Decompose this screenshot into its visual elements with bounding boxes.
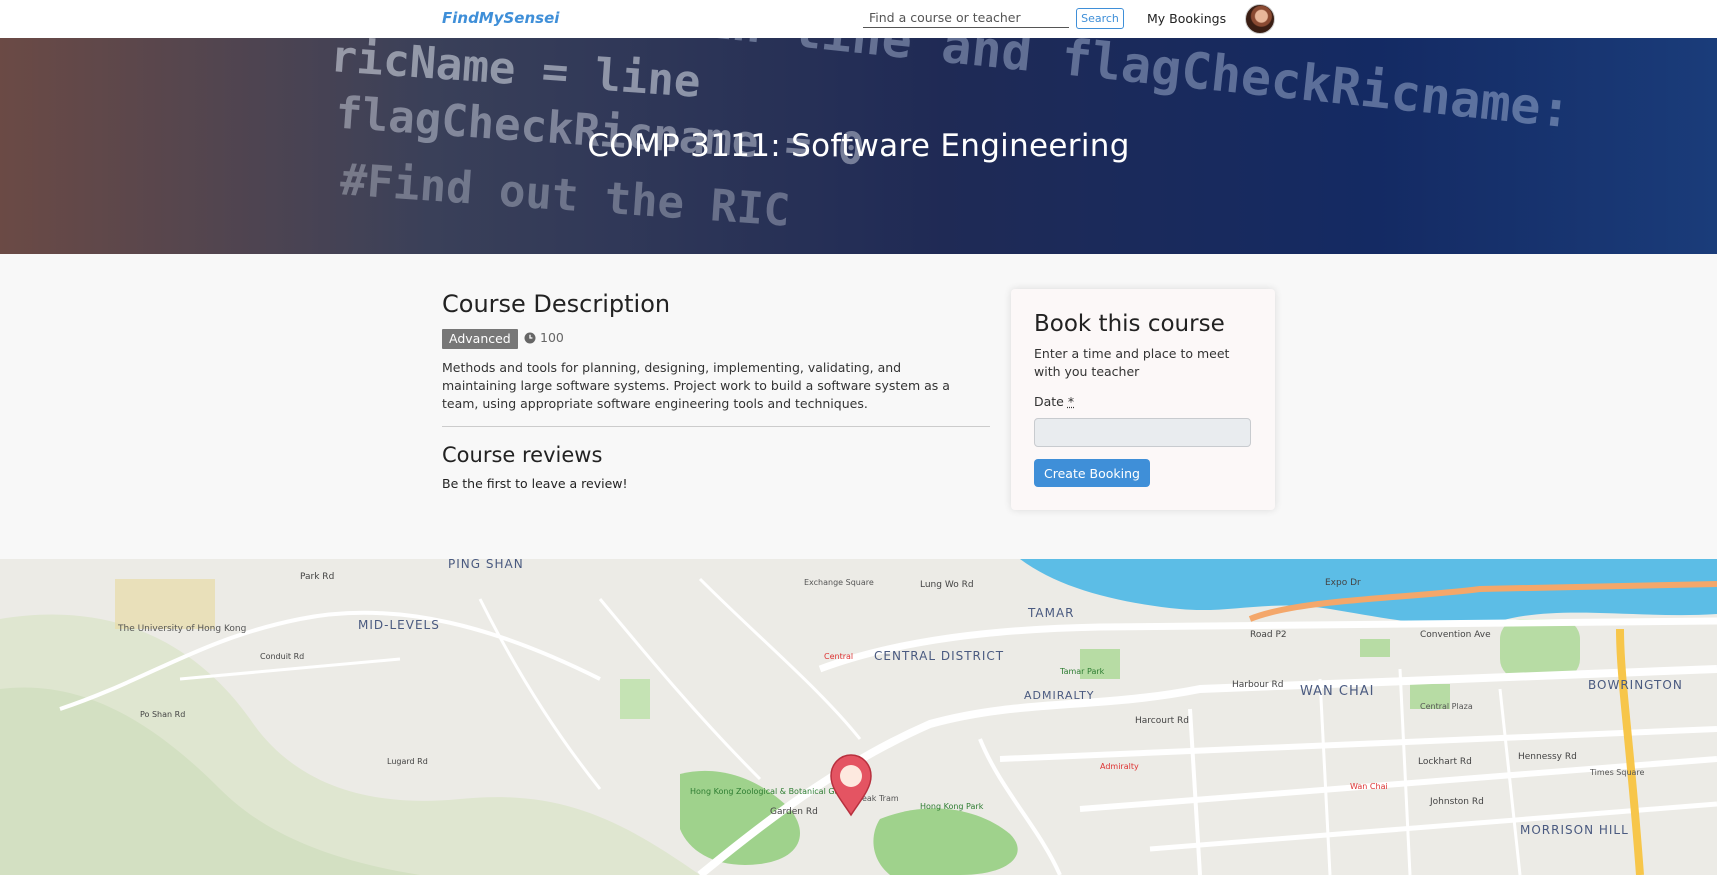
map-label-park-rd: Park Rd xyxy=(300,572,334,582)
map-label-mid-levels: MID-LEVELS xyxy=(358,618,440,632)
duration-value: 100 xyxy=(540,330,564,345)
brand-logo[interactable]: FindMySensei xyxy=(442,9,559,27)
course-description-heading: Course Description xyxy=(442,290,671,318)
map-label-admiralty: ADMIRALTY xyxy=(1024,689,1095,702)
map-label-central-district: CENTRAL DISTRICT xyxy=(874,649,1004,663)
map-label-hennessy-rd: Hennessy Rd xyxy=(1518,752,1577,762)
map-label-tamar-park: Tamar Park xyxy=(1059,667,1105,676)
hero-banner: ricName = line flagCheckRicname = 0 #Fin… xyxy=(0,38,1717,254)
map-label-zoo: Hong Kong Zoological & Botanical Garden xyxy=(690,787,858,796)
map-label-central: Central xyxy=(824,652,853,661)
booking-subtitle: Enter a time and place to meet with you … xyxy=(1034,346,1230,379)
create-booking-button[interactable]: Create Booking xyxy=(1034,459,1150,487)
map-label-ping-shan: PING SHAN xyxy=(448,559,524,571)
date-input[interactable] xyxy=(1034,418,1251,447)
hero-code-line: #Find out the RIC xyxy=(338,154,792,237)
navbar: FindMySensei Search My Bookings xyxy=(0,0,1717,39)
map-label-expo-dr: Expo Dr xyxy=(1325,578,1361,588)
booking-title: Book this course xyxy=(1034,311,1225,337)
date-label-text: Date xyxy=(1034,394,1064,409)
course-title: COMP 3111: Software Engineering xyxy=(587,128,1130,164)
course-description: Methods and tools for planning, designin… xyxy=(442,360,950,411)
search-input[interactable] xyxy=(863,8,1069,28)
map-label-lockhart-rd: Lockhart Rd xyxy=(1418,757,1472,767)
map-label-johnston-rd: Johnston Rd xyxy=(1429,797,1484,807)
level-badge: Advanced xyxy=(442,329,518,349)
map-label-wan-chai: WAN CHAI xyxy=(1300,684,1374,699)
duration: 100 xyxy=(524,330,564,345)
map-label-tamar: TAMAR xyxy=(1027,606,1075,620)
map-label-wan-chai-station: Wan Chai xyxy=(1350,782,1388,791)
avatar[interactable] xyxy=(1245,4,1275,34)
map-label-hku: The University of Hong Kong xyxy=(117,624,246,634)
map-label-conduit-rd: Conduit Rd xyxy=(260,652,304,661)
divider xyxy=(442,426,990,427)
my-bookings-link[interactable]: My Bookings xyxy=(1147,11,1226,26)
map-label-bowrington: BOWRINGTON xyxy=(1588,678,1683,692)
map-label-times-square: Times Square xyxy=(1589,768,1645,777)
booking-card: Book this course Enter a time and place … xyxy=(1011,289,1275,510)
map-canvas: PING SHAN MID-LEVELS CENTRAL DISTRICT TA… xyxy=(0,559,1717,875)
map-label-morrison-hill: MORRISON HILL xyxy=(1520,823,1629,837)
required-mark: * xyxy=(1067,394,1075,409)
map-label-harbour-rd: Harbour Rd xyxy=(1232,680,1283,690)
course-reviews-heading: Course reviews xyxy=(442,443,603,467)
map-label-lung-wo-rd: Lung Wo Rd xyxy=(920,580,974,590)
search-button[interactable]: Search xyxy=(1076,8,1124,29)
map-label-exchange-square: Exchange Square xyxy=(804,578,874,587)
reviews-empty-message: Be the first to leave a review! xyxy=(442,476,628,491)
map-label-convention-ave: Convention Ave xyxy=(1420,630,1491,640)
map-pin-icon[interactable] xyxy=(830,754,872,817)
map-label-po-shan-rd: Po Shan Rd xyxy=(140,710,185,719)
map-label-garden-rd: Garden Rd xyxy=(770,807,818,817)
map-label-harcourt-rd: Harcourt Rd xyxy=(1135,716,1189,726)
map-label-road-p2: Road P2 xyxy=(1250,630,1287,640)
map-label-hk-park: Hong Kong Park xyxy=(920,802,984,811)
map-label-central-plaza: Central Plaza xyxy=(1420,702,1473,711)
location-map[interactable]: PING SHAN MID-LEVELS CENTRAL DISTRICT TA… xyxy=(0,559,1717,875)
clock-icon xyxy=(524,332,536,343)
date-label: Date * xyxy=(1034,394,1074,409)
map-label-admiralty-station: Admiralty xyxy=(1100,762,1139,771)
map-label-lugard-rd: Lugard Rd xyxy=(387,757,428,766)
